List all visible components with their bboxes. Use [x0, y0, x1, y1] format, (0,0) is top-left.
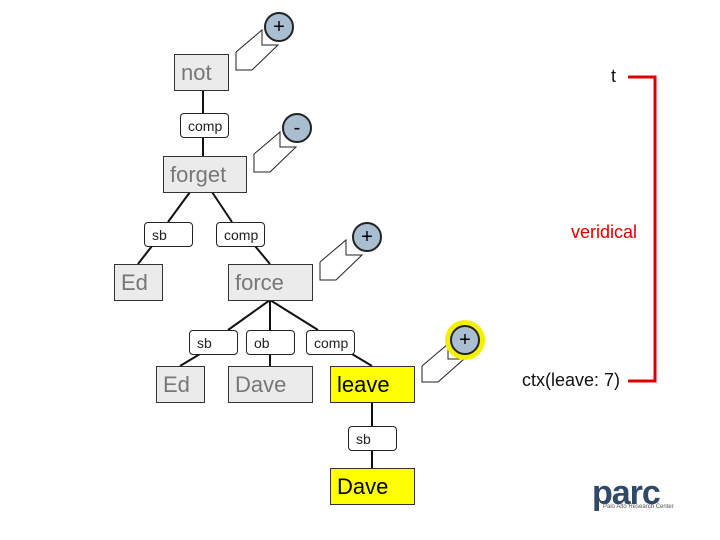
label-comp: comp	[216, 222, 265, 247]
node-leave: leave	[330, 366, 415, 403]
plus-marker: +	[264, 12, 294, 42]
label-comp: comp	[180, 113, 229, 138]
minus-marker: -	[282, 113, 312, 143]
annotation-t: t	[611, 66, 617, 86]
plus-marker: +	[352, 222, 382, 252]
annotation-ctx: ctx(leave: 7)	[522, 370, 621, 390]
label-sb: sb	[189, 330, 238, 355]
node-forget: forget	[163, 156, 247, 193]
node-ed: Ed	[114, 264, 163, 301]
label-ob: ob	[246, 330, 295, 355]
node-ed: Ed	[156, 366, 205, 403]
node-not: not	[174, 54, 229, 91]
label-comp: comp	[306, 330, 355, 355]
plus-marker-highlighted: +	[450, 325, 480, 355]
label-sb: sb	[144, 222, 193, 247]
node-dave: Dave	[330, 468, 415, 505]
label-sb: sb	[348, 426, 397, 451]
node-dave: Dave	[228, 366, 313, 403]
annotation-veridical: veridical	[571, 222, 638, 242]
node-force: force	[228, 264, 313, 301]
parc-logo-subtitle: Palo Alto Research Center	[603, 504, 674, 510]
